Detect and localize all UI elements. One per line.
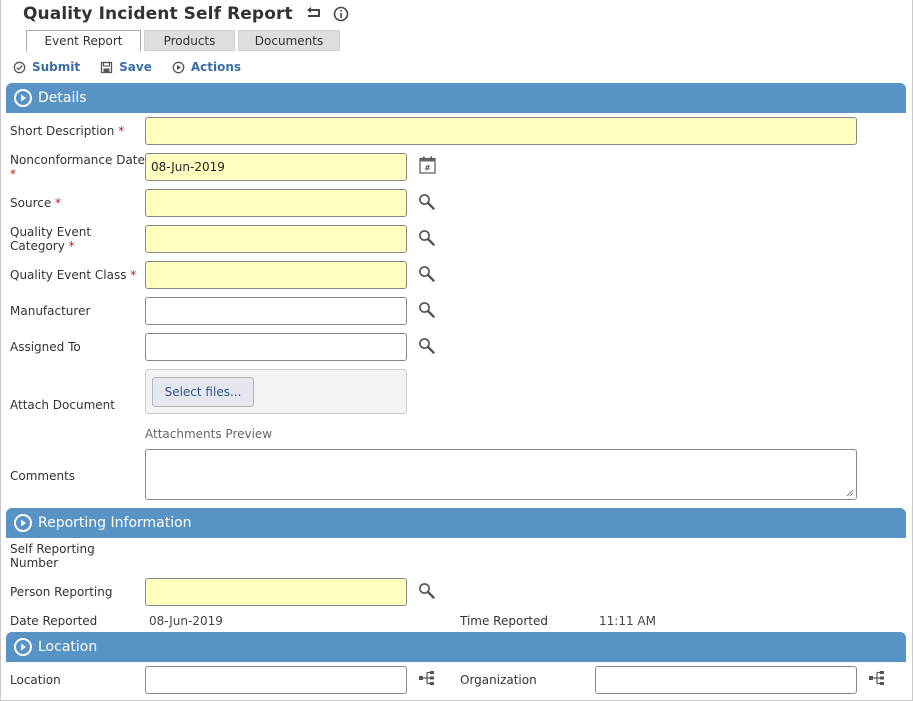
floppy-disk-icon [100, 61, 113, 73]
comments-textarea[interactable] [145, 449, 857, 500]
check-circle-icon [13, 61, 26, 73]
manufacturer-search-icon[interactable] [418, 301, 435, 322]
category-search-icon[interactable] [418, 229, 435, 250]
expand-arrow-icon [14, 638, 32, 656]
calendar-icon[interactable]: # [419, 156, 436, 178]
tab-documents[interactable]: Documents [238, 30, 340, 51]
organization-tree-icon[interactable] [868, 670, 886, 690]
select-files-button[interactable]: Select files... [152, 377, 254, 407]
class-search-icon[interactable] [418, 265, 435, 286]
submit-label: Submit [32, 60, 81, 74]
title-row: Quality Incident Self Report [23, 3, 349, 25]
section-reporting-header[interactable]: Reporting Information [6, 508, 906, 538]
person-reporting-input[interactable] [145, 578, 407, 606]
short-description-label: Short Description * [10, 124, 125, 138]
time-reported-value: 11:11 AM [599, 614, 656, 628]
location-input[interactable] [145, 666, 407, 694]
save-label: Save [119, 60, 152, 74]
organization-label: Organization [460, 673, 537, 687]
info-icon[interactable] [333, 6, 349, 22]
expand-arrow-icon [14, 89, 32, 107]
section-title: Reporting Information [38, 515, 192, 531]
assigned-to-label: Assigned To [10, 340, 81, 354]
nonconformance-date-input[interactable]: 08-Jun-2019 [145, 153, 407, 181]
section-title: Location [38, 639, 98, 655]
file-dropzone[interactable]: Select files... [145, 369, 407, 414]
tab-products[interactable]: Products [144, 30, 235, 51]
short-description-input[interactable] [145, 117, 857, 145]
person-reporting-label: Person Reporting [10, 585, 113, 599]
submit-button[interactable]: Submit [13, 60, 80, 74]
location-label: Location [10, 673, 61, 687]
svg-text:#: # [424, 164, 431, 173]
page-title: Quality Incident Self Report [23, 4, 293, 24]
source-label: Source * [10, 196, 62, 210]
manufacturer-input[interactable] [145, 297, 407, 325]
tab-event-report[interactable]: Event Report [26, 30, 141, 52]
return-arrow-icon[interactable] [305, 7, 323, 21]
actions-button[interactable]: Actions [172, 60, 241, 74]
quality-event-class-label: Quality Event Class * [10, 268, 137, 282]
assigned-to-search-icon[interactable] [418, 337, 435, 358]
quality-event-class-input[interactable] [145, 261, 407, 289]
date-reported-value: 08-Jun-2019 [149, 614, 223, 628]
date-reported-label: Date Reported [10, 614, 98, 628]
toolbar: Submit Save Actions [13, 60, 261, 74]
attach-document-label: Attach Document [10, 398, 115, 412]
attachments-preview-label: Attachments Preview [145, 427, 273, 441]
section-title: Details [38, 90, 87, 106]
comments-label: Comments [10, 469, 76, 483]
person-search-icon[interactable] [418, 582, 435, 603]
section-location-header[interactable]: Location [6, 632, 906, 662]
play-circle-icon [172, 61, 185, 73]
quality-event-category-input[interactable] [145, 225, 407, 253]
location-tree-icon[interactable] [418, 670, 436, 690]
source-search-icon[interactable] [418, 193, 435, 214]
actions-label: Actions [190, 60, 242, 74]
manufacturer-label: Manufacturer [10, 304, 91, 318]
assigned-to-input[interactable] [145, 333, 407, 361]
self-reporting-number-label: Self Reporting Number [10, 542, 95, 570]
quality-event-category-label: Quality Event Category * [10, 225, 92, 253]
section-details-header[interactable]: Details [6, 83, 906, 113]
resize-handle-icon [846, 489, 854, 497]
tab-bar: Event Report Products Documents [26, 30, 343, 52]
time-reported-label: Time Reported [460, 614, 548, 628]
save-button[interactable]: Save [100, 60, 152, 74]
organization-input[interactable] [595, 666, 857, 694]
expand-arrow-icon [14, 514, 32, 532]
source-input[interactable] [145, 189, 407, 217]
nonconformance-date-label: Nonconformance Date * [10, 153, 145, 181]
